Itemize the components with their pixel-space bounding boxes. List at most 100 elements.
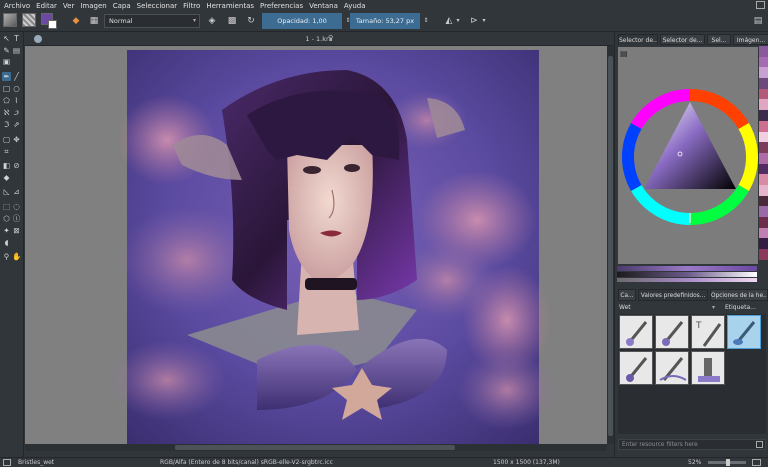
palette-swatch[interactable] <box>759 195 768 207</box>
tab-selector-3[interactable]: Sel... <box>707 34 731 45</box>
painting-canvas[interactable] <box>25 46 607 444</box>
history-row[interactable] <box>617 272 757 277</box>
zoom-slider-knob[interactable] <box>726 459 730 466</box>
move-tool-icon[interactable]: ✥ <box>12 135 21 144</box>
workspace-icon[interactable]: ▤ <box>752 15 764 27</box>
color-selector[interactable]: ▤ <box>618 47 758 264</box>
brush-preset-wet-5[interactable] <box>619 351 653 385</box>
transform-tool-icon[interactable]: ⌗ <box>2 147 11 156</box>
color-wheel[interactable] <box>618 47 758 264</box>
menu-herramientas[interactable]: Herramientas <box>206 2 254 10</box>
palette-swatch[interactable] <box>759 67 768 79</box>
menu-archivo[interactable]: Archivo <box>4 2 30 10</box>
zoom-tool-icon[interactable]: ⚲ <box>2 252 11 261</box>
brush-preset-wet-6[interactable] <box>655 351 689 385</box>
vertical-scrollbar[interactable] <box>607 46 614 444</box>
brush-preset-wet-7[interactable] <box>691 351 725 385</box>
preserve-alpha-icon[interactable]: ▩ <box>226 15 238 27</box>
size-slider[interactable]: Tamaño: 53,27 px <box>350 13 420 29</box>
palette-swatch[interactable] <box>759 99 768 111</box>
text-tool-icon[interactable]: T <box>12 34 21 43</box>
horizontal-scrollbar[interactable] <box>25 444 607 451</box>
palette-swatch[interactable] <box>759 249 768 260</box>
zoom-slider[interactable] <box>708 459 746 466</box>
brush-preset-wet-2[interactable] <box>655 315 689 349</box>
magic-wand-icon[interactable]: ✦ <box>2 226 11 235</box>
gradient-tool-icon[interactable]: ◧ <box>2 161 11 170</box>
fill-rect-icon[interactable]: ▣ <box>2 57 11 66</box>
menu-capa[interactable]: Capa <box>113 2 131 10</box>
rect-select-icon[interactable]: ⬚ <box>2 202 11 211</box>
resource-filter-input[interactable]: Enter resource filters here <box>618 439 766 450</box>
palette-swatch[interactable] <box>759 78 768 89</box>
pattern-swatch[interactable] <box>22 13 36 27</box>
chevron-down-icon[interactable]: ▾ <box>452 15 464 27</box>
gradient-icon[interactable]: ◆ <box>70 15 82 27</box>
size-stepper-icon[interactable]: ⇕ <box>420 15 432 27</box>
tab-color-selector-1[interactable]: Selector de... <box>618 34 658 45</box>
menu-editar[interactable]: Editar <box>36 2 57 10</box>
freehand-brush-icon[interactable]: ✒ <box>2 72 11 81</box>
brush-preset-wet-1[interactable] <box>619 315 653 349</box>
palette-swatch[interactable] <box>759 174 768 185</box>
scroll-thumb[interactable] <box>608 56 613 436</box>
tab-images[interactable]: Imágen... <box>733 34 768 45</box>
measure-tool-icon[interactable]: ⊿ <box>12 187 21 196</box>
selector-settings-icon[interactable]: ▤ <box>620 49 629 58</box>
menu-ventana[interactable]: Ventana <box>309 2 338 10</box>
chevron-down-icon[interactable]: ▾ <box>478 15 490 27</box>
menu-filtro[interactable]: Filtro <box>183 2 200 10</box>
palette-swatch[interactable] <box>759 227 768 239</box>
palette-swatch[interactable] <box>759 56 768 68</box>
palette-swatch[interactable] <box>759 184 768 196</box>
reload-preset-icon[interactable]: ↻ <box>245 15 257 27</box>
palette-swatch[interactable] <box>759 206 768 217</box>
dynamic-brush-icon[interactable]: ℑ <box>2 120 11 129</box>
palette-swatch[interactable] <box>759 110 768 121</box>
color-picker-icon[interactable]: ⊘ <box>12 161 21 170</box>
freehand-select-icon[interactable]: ⓘ <box>12 214 21 223</box>
palette-swatch[interactable] <box>759 120 768 132</box>
preset-tag-button[interactable]: Etiqueta... <box>725 302 765 313</box>
save-filter-icon[interactable] <box>756 441 763 448</box>
palette-swatch[interactable] <box>759 131 768 143</box>
menu-ayuda[interactable]: Ayuda <box>344 2 366 10</box>
document-title[interactable]: 1 - 1.kra <box>25 35 613 43</box>
freehand-path-icon[interactable]: ጋ <box>12 108 21 117</box>
select-shapes-icon[interactable]: ↖ <box>2 34 11 43</box>
multibrush-icon[interactable]: ⇗ <box>12 120 21 129</box>
palette-swatch[interactable] <box>759 142 768 153</box>
palette-swatch[interactable] <box>759 88 768 100</box>
window-tile-icon[interactable] <box>756 1 765 9</box>
color-palette[interactable] <box>759 46 768 260</box>
blend-mode-select[interactable]: Normal ▾ <box>104 14 200 28</box>
tab-layers[interactable]: Ca... <box>618 289 636 301</box>
palette-swatch[interactable] <box>759 217 768 228</box>
edit-shapes-icon[interactable]: ✎ <box>2 46 11 55</box>
rectangle-tool-icon[interactable]: □ <box>2 84 11 93</box>
menu-seleccionar[interactable]: Seleccionar <box>137 2 178 10</box>
pin-icon[interactable]: ⚲ <box>328 34 333 42</box>
bezier-tool-icon[interactable]: ℵ <box>2 108 11 117</box>
scroll-thumb[interactable] <box>175 445 455 450</box>
assistant-tool-icon[interactable]: ◺ <box>2 187 11 196</box>
opacity-slider[interactable]: Opacidad: 1,00 <box>262 13 342 29</box>
preset-filter-select[interactable]: Wet ▾ <box>617 302 717 313</box>
menu-imagen[interactable]: Imagen <box>80 2 106 10</box>
new-document-icon[interactable] <box>3 13 17 27</box>
background-color-swatch[interactable] <box>48 20 57 29</box>
tab-tool-options[interactable]: Opciones de la he... <box>710 289 768 301</box>
palette-swatch[interactable] <box>759 152 768 164</box>
brush-preset-icon[interactable]: ▦ <box>88 15 100 27</box>
bezier-select-icon[interactable]: ◖ <box>2 238 11 247</box>
history-row[interactable] <box>617 278 757 282</box>
brush-preset-bristles-wet[interactable] <box>727 315 761 349</box>
fill-tool-icon[interactable]: ◆ <box>2 173 11 182</box>
palette-swatch[interactable] <box>759 163 768 175</box>
palette-swatches[interactable] <box>759 46 768 260</box>
line-tool-icon[interactable]: ╱ <box>12 72 21 81</box>
polygon-select-icon[interactable]: ⬡ <box>2 214 11 223</box>
tab-brush-presets[interactable]: Valores predefinidos... <box>638 289 708 301</box>
palette-swatch[interactable] <box>759 238 768 250</box>
palette-swatch[interactable] <box>759 46 768 57</box>
